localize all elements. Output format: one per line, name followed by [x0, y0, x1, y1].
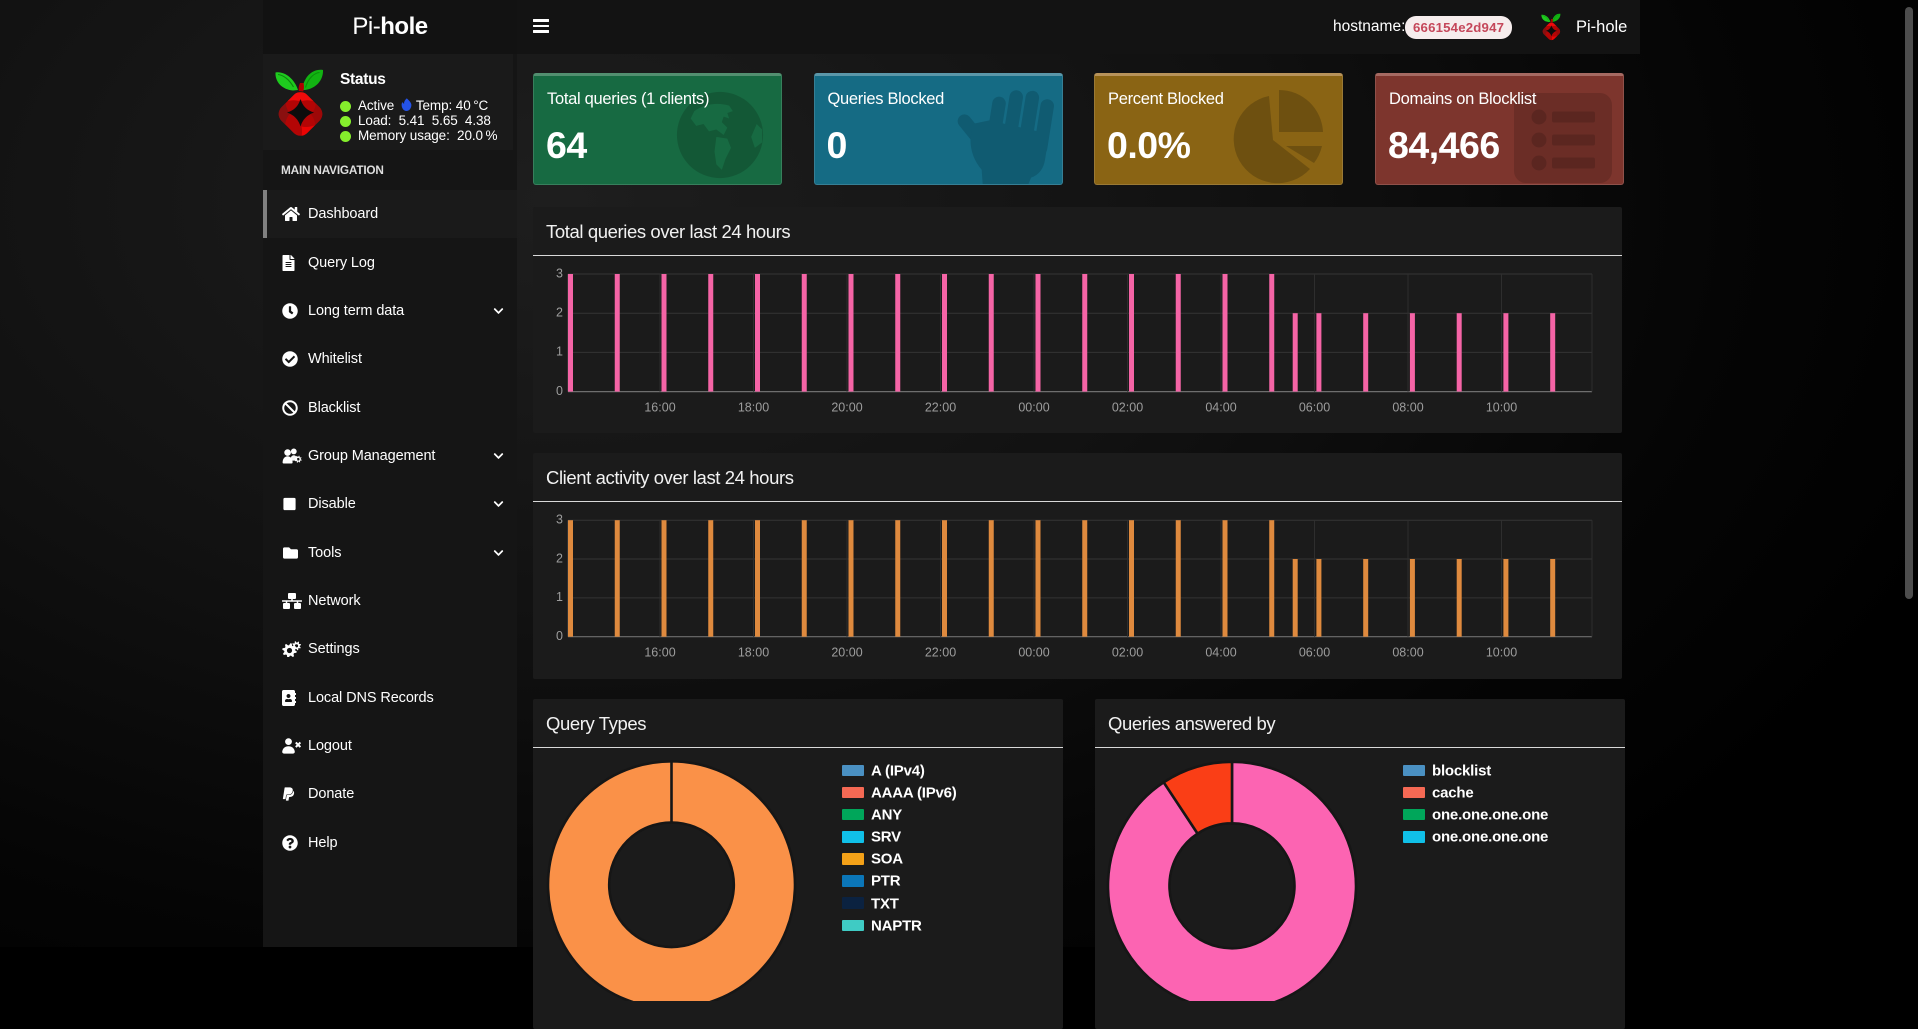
svg-text:2: 2: [556, 305, 563, 319]
svg-text:00:00: 00:00: [1018, 400, 1049, 414]
svg-text:10:00: 10:00: [1486, 645, 1517, 659]
svg-text:20:00: 20:00: [831, 400, 862, 414]
svg-text:04:00: 04:00: [1205, 645, 1236, 659]
svg-text:22:00: 22:00: [925, 645, 956, 659]
svg-text:02:00: 02:00: [1112, 400, 1143, 414]
svg-text:1: 1: [556, 344, 563, 358]
svg-text:08:00: 08:00: [1392, 645, 1423, 659]
svg-text:2: 2: [556, 551, 563, 565]
svg-text:22:00: 22:00: [925, 400, 956, 414]
svg-text:02:00: 02:00: [1112, 645, 1143, 659]
svg-text:3: 3: [556, 266, 563, 280]
svg-text:20:00: 20:00: [831, 645, 862, 659]
svg-text:10:00: 10:00: [1486, 400, 1517, 414]
svg-text:3: 3: [556, 512, 563, 526]
svg-text:16:00: 16:00: [644, 400, 675, 414]
svg-text:06:00: 06:00: [1299, 645, 1330, 659]
svg-text:1: 1: [556, 590, 563, 604]
svg-text:00:00: 00:00: [1018, 645, 1049, 659]
svg-text:08:00: 08:00: [1392, 400, 1423, 414]
svg-text:18:00: 18:00: [738, 400, 769, 414]
svg-text:0: 0: [556, 383, 563, 397]
svg-text:06:00: 06:00: [1299, 400, 1330, 414]
svg-text:04:00: 04:00: [1205, 400, 1236, 414]
svg-text:18:00: 18:00: [738, 645, 769, 659]
svg-text:0: 0: [556, 629, 563, 643]
svg-text:16:00: 16:00: [644, 645, 675, 659]
